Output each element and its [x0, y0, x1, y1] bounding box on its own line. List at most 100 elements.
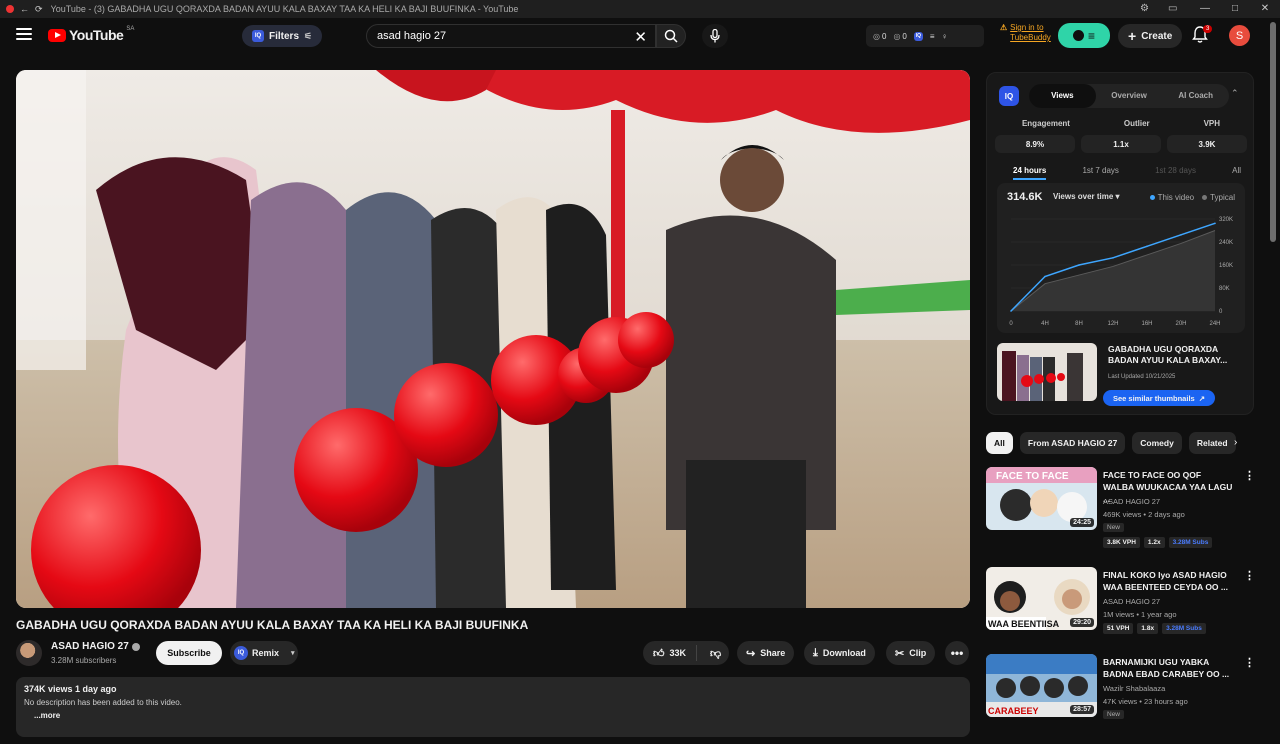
views-over-time-chart[interactable]: 320K 240K 160K 80K 0 0 4H 8H 12H 16H 20H 24H	[997, 183, 1245, 333]
clip-button[interactable]: ✂ Clip	[886, 641, 936, 665]
clear-search-icon[interactable]: ✕	[634, 28, 647, 46]
search-icon	[664, 29, 678, 43]
rec-subs: 3.28M Subs	[1168, 537, 1213, 548]
description-box[interactable]: 374K views 1 day ago No description has …	[16, 677, 970, 737]
page-scrollbar[interactable]	[1270, 22, 1276, 242]
thumbnail-image	[997, 343, 1097, 401]
rec-channel: ASAD HAGIO 27	[1103, 497, 1161, 506]
close-button[interactable]: ✕	[1250, 0, 1280, 18]
rec-subs: 3.28M Subs	[1162, 623, 1206, 634]
recommendation-item[interactable]: CARABEEY 28:57 BARNAMIJKI UGU YABKA BADN…	[986, 654, 1256, 744]
panel-video-title: GABADHA UGU QORAXDA BADAN AYUU KALA BAXA…	[1108, 344, 1228, 365]
svg-text:FACE TO FACE: FACE TO FACE	[996, 471, 1069, 482]
chart-x-tick: 24H	[1209, 321, 1220, 327]
plus-icon: +	[1128, 28, 1137, 44]
channel-avatar[interactable]	[16, 640, 42, 666]
window-controls: — □ ✕	[1190, 0, 1280, 18]
rec-vph: 3.8K VPH	[1103, 537, 1140, 548]
iq-icon: IQ	[252, 30, 264, 42]
recommendation-item[interactable]: WAA BEENTIISA 29:20 FINAL KOKO Iyo ASAD …	[986, 567, 1256, 657]
download-icon: ⤓	[813, 646, 818, 659]
tab-ai-coach[interactable]: AI Coach	[1162, 84, 1229, 108]
outlier-label: Outlier	[1123, 119, 1150, 128]
extension-icon[interactable]: ⚙	[1140, 3, 1149, 14]
panel-video-thumbnail[interactable]	[997, 343, 1097, 401]
this-video-point	[1146, 245, 1148, 248]
metric-values: 8.9% 1.1x 3.9K	[995, 135, 1247, 153]
chart-y-tick: 160K	[1219, 263, 1233, 269]
range-all[interactable]: All	[1232, 166, 1241, 180]
chevron-right-icon[interactable]: ›	[1234, 437, 1237, 448]
youtube-logo[interactable]: YouTube SA	[48, 26, 134, 43]
rec-new-badge: New	[1103, 523, 1125, 532]
range-7d[interactable]: 1st 7 days	[1082, 166, 1118, 180]
back-icon[interactable]: ←	[20, 4, 29, 14]
extension-stats[interactable]: ◎ 0 ◎ 0 IQ ≡ ♀	[866, 25, 984, 47]
search-button[interactable]	[656, 24, 686, 48]
search-box: ✕	[366, 24, 656, 48]
rec-thumbnail: CARABEEY 28:57	[986, 654, 1097, 717]
iq-tabs: Views Overview AI Coach	[1029, 84, 1229, 108]
similar-thumbnails-button[interactable]: See similar thumbnails ↗	[1103, 390, 1215, 406]
like-button[interactable]: 👍︎ 33K	[643, 645, 698, 661]
external-link-icon: ↗	[1198, 393, 1205, 403]
tab-overview[interactable]: Overview	[1096, 84, 1163, 108]
this-video-point	[1078, 264, 1080, 266]
video-player[interactable]	[16, 70, 970, 608]
maximize-button[interactable]: □	[1220, 0, 1250, 18]
account-avatar[interactable]: S	[1229, 25, 1250, 46]
subscribe-button[interactable]: Subscribe	[156, 641, 222, 665]
signin-text: Sign in to TubeBuddy	[1010, 23, 1051, 42]
collapse-icon[interactable]: ⌃	[1231, 88, 1239, 99]
comment-icon: ◎	[893, 31, 901, 41]
channel-name[interactable]: ASAD HAGIO 27	[51, 641, 129, 652]
chip-comedy[interactable]: Comedy	[1132, 432, 1182, 454]
search-input[interactable]	[377, 30, 617, 42]
channel-name-row[interactable]: ASAD HAGIO 27	[51, 641, 140, 652]
minimize-button[interactable]: —	[1190, 0, 1220, 18]
share-label: Share	[760, 648, 786, 658]
create-button[interactable]: + Create	[1118, 24, 1183, 48]
trophy-icon: ♀	[941, 31, 948, 41]
chip-from-channel[interactable]: From ASAD HAGIO 27	[1019, 432, 1126, 454]
this-video-point	[1010, 310, 1012, 312]
filters-button[interactable]: IQ Filters ⚟	[242, 25, 323, 47]
download-button[interactable]: ⤓ Download	[804, 641, 875, 665]
remix-button[interactable]: IQ Remix ▾	[230, 641, 298, 665]
chip-related[interactable]: Related	[1188, 432, 1236, 454]
dislike-button[interactable]: 👎︎	[702, 647, 721, 660]
more-vertical-icon[interactable]: ⋮	[1244, 569, 1255, 582]
thumbs-down-icon: 👎︎	[710, 647, 722, 660]
similar-label: See similar thumbnails	[1113, 393, 1195, 403]
more-vertical-icon[interactable]: ⋮	[1244, 469, 1255, 482]
tab-views[interactable]: Views	[1029, 84, 1096, 108]
thumbs-up-icon: 👍︎	[653, 647, 665, 660]
chart-x-tick: 16H	[1141, 321, 1152, 327]
refresh-icon[interactable]: ⟳	[35, 4, 43, 15]
range-28d[interactable]: 1st 28 days	[1155, 166, 1196, 180]
vidiq-panel: IQ Views Overview AI Coach ⌃ Engagement …	[986, 72, 1254, 415]
this-video-point	[1214, 222, 1216, 225]
outlier-value: 1.1x	[1081, 135, 1161, 153]
sidebar-icon[interactable]: ▭	[1168, 3, 1177, 14]
chart-x-tick: 0	[1009, 321, 1013, 327]
more-actions-button[interactable]: •••	[945, 641, 969, 665]
range-24h[interactable]: 24 hours	[1013, 166, 1047, 180]
tubebuddy-signin[interactable]: ⚠ Sign in to TubeBuddy	[1000, 23, 1056, 43]
share-button[interactable]: ↪ Share	[737, 641, 795, 665]
lock-icon: ⚠	[1000, 23, 1008, 32]
tubebuddy-button[interactable]: ≡	[1058, 23, 1110, 48]
rec-duration: 24:25	[1070, 518, 1094, 527]
chart-y-tick: 0	[1219, 309, 1223, 315]
voice-search-button[interactable]	[702, 24, 728, 48]
recommendation-item[interactable]: FACE TO FACE 24:25 FACE TO FACE OO QOF W…	[986, 467, 1256, 557]
chevron-down-icon: ▾	[291, 650, 295, 657]
more-vertical-icon[interactable]: ⋮	[1244, 656, 1255, 669]
chip-all[interactable]: All	[986, 432, 1013, 454]
this-video-point	[1112, 257, 1114, 259]
show-more-link[interactable]: ...more	[24, 711, 962, 720]
rec-views: 469K views • 2 days ago	[1103, 510, 1185, 519]
svg-text:WAA BEENTIISA: WAA BEENTIISA	[988, 619, 1060, 629]
vidiq-logo: IQ	[999, 86, 1019, 106]
menu-icon[interactable]	[16, 28, 32, 40]
